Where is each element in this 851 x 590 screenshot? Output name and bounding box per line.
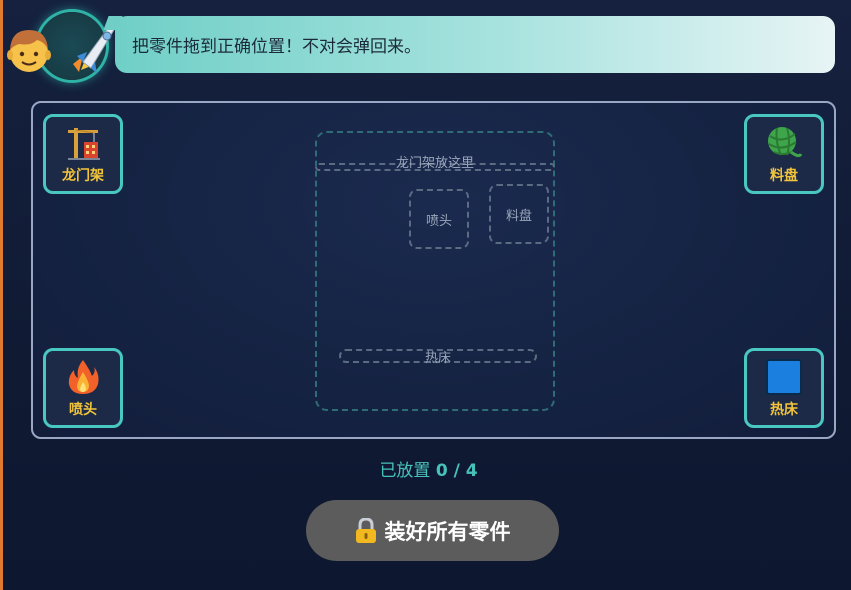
- part-bed-label: 热床: [770, 402, 798, 418]
- assemble-all-label: 装好所有零件: [384, 519, 511, 544]
- crane-icon: [63, 123, 103, 163]
- fire-icon: [63, 357, 103, 397]
- game-stage: 把零件拖到正确位置！不对会弹回来。 龙门架 料盘 喷头 热床 龙门架放这里 喷头…: [0, 0, 851, 590]
- placed-counter-prefix: 已放置: [379, 461, 431, 481]
- blue-square-icon: [764, 357, 804, 397]
- yarn-spool-icon: [764, 123, 804, 163]
- part-nozzle[interactable]: 喷头: [43, 348, 123, 428]
- bed-slot-label: 热床: [424, 350, 451, 366]
- assembly-board: 龙门架 料盘 喷头 热床 龙门架放这里 喷头 料盘 热床: [31, 101, 836, 439]
- boy-avatar-icon: [1, 20, 57, 80]
- nozzle-slot-label: 喷头: [425, 213, 452, 229]
- gantry-slot-label: 龙门架放这里: [395, 156, 474, 171]
- nozzle-drop-slot[interactable]: 喷头: [409, 189, 469, 249]
- assemble-all-button[interactable]: 装好所有零件: [306, 500, 559, 561]
- placed-counter-value: 0 / 4: [435, 461, 478, 481]
- part-spool[interactable]: 料盘: [744, 114, 824, 194]
- spool-drop-slot[interactable]: 料盘: [489, 184, 549, 244]
- gantry-drop-slot[interactable]: 龙门架放这里: [315, 156, 555, 171]
- printer-frame-dropzone: 龙门架放这里 喷头 料盘 热床: [315, 131, 555, 411]
- part-spool-label: 料盘: [770, 168, 798, 184]
- part-gantry-label: 龙门架: [62, 168, 104, 184]
- hint-text: 把零件拖到正确位置！不对会弹回来。: [132, 37, 421, 57]
- spool-slot-label: 料盘: [505, 208, 532, 224]
- placed-counter: 已放置 0 / 4: [3, 456, 851, 481]
- part-gantry[interactable]: 龙门架: [43, 114, 123, 194]
- bed-drop-slot[interactable]: 热床: [339, 349, 537, 366]
- hint-bubble: 把零件拖到正确位置！不对会弹回来。: [115, 16, 835, 73]
- part-bed[interactable]: 热床: [744, 348, 824, 428]
- lock-icon: [355, 516, 377, 544]
- part-nozzle-label: 喷头: [69, 402, 97, 418]
